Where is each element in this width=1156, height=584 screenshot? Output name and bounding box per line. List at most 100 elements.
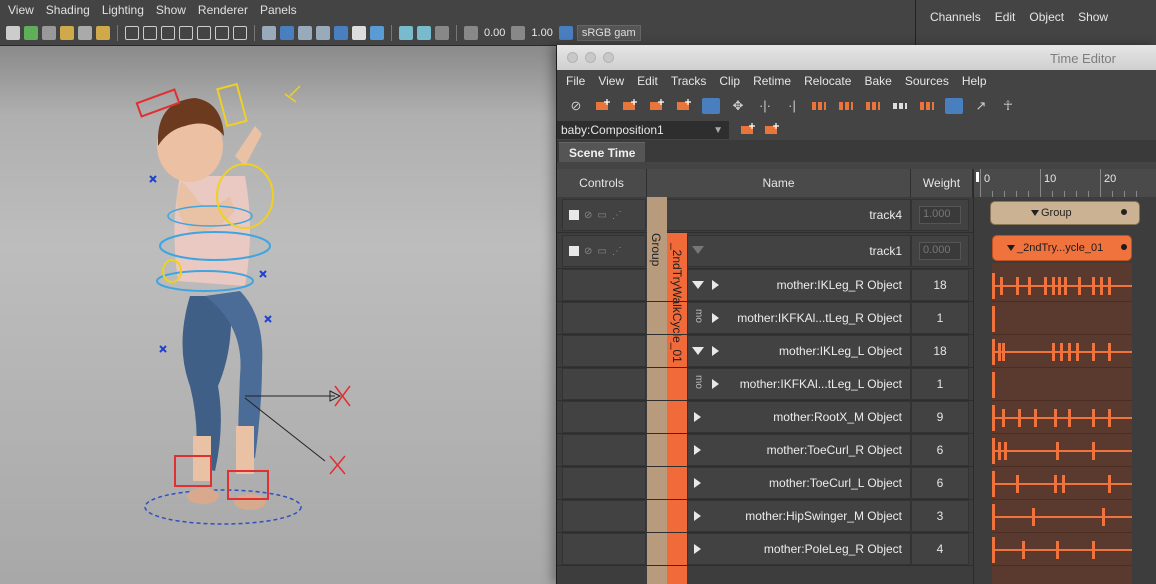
- keyframe[interactable]: [1018, 409, 1021, 427]
- keyframe[interactable]: [1062, 475, 1065, 493]
- keyframe[interactable]: [1054, 475, 1057, 493]
- smooth-shade-icon[interactable]: [280, 25, 294, 40]
- menu-lighting[interactable]: Lighting: [102, 3, 144, 17]
- keyframe[interactable]: [1056, 442, 1059, 460]
- collapse-icon[interactable]: [692, 347, 704, 355]
- menu-renderer[interactable]: Renderer: [198, 3, 248, 17]
- expand-icon[interactable]: [712, 346, 719, 356]
- menu-edit[interactable]: Edit: [995, 10, 1016, 24]
- mute-icon[interactable]: ⊘: [584, 210, 592, 221]
- keyframe[interactable]: [1044, 277, 1047, 295]
- add-clip-icon[interactable]: [594, 98, 612, 114]
- keyframe[interactable]: [1000, 277, 1003, 295]
- timeline-area[interactable]: Group _2ndTry...ycle_01: [973, 197, 1156, 584]
- menu-panels[interactable]: Panels: [260, 3, 297, 17]
- keyframe[interactable]: [1052, 277, 1055, 295]
- bookmark-icon[interactable]: [42, 25, 56, 40]
- wireframe-on-shaded-icon[interactable]: [298, 25, 312, 40]
- safe-title-icon[interactable]: [233, 25, 247, 40]
- snap-icon[interactable]: [945, 98, 963, 114]
- resolution-gate-icon[interactable]: [161, 25, 175, 40]
- duplicate-composition-icon[interactable]: [763, 122, 781, 138]
- keyframe[interactable]: [1032, 508, 1035, 526]
- expand-icon[interactable]: [712, 280, 719, 290]
- keyframe[interactable]: [1052, 343, 1055, 361]
- menu-relocate[interactable]: Relocate: [804, 74, 851, 88]
- track-name-cell[interactable]: track1: [687, 235, 911, 267]
- expand-icon[interactable]: [694, 445, 701, 455]
- keyframe[interactable]: [1054, 409, 1057, 427]
- keyframe[interactable]: [1092, 541, 1095, 559]
- ripple-delete-icon[interactable]: [837, 98, 855, 114]
- keyframe[interactable]: [1100, 277, 1103, 295]
- composition-select[interactable]: baby:Composition1 ▼: [557, 121, 729, 139]
- menu-retime[interactable]: Retime: [753, 74, 791, 88]
- solo-icon[interactable]: ⋰: [612, 210, 622, 221]
- keyframe[interactable]: [1064, 277, 1067, 295]
- keyframe[interactable]: [1108, 277, 1111, 295]
- keyframe[interactable]: [1092, 343, 1095, 361]
- lighting-icon[interactable]: [334, 25, 348, 40]
- time-editor-titlebar[interactable]: Time Editor: [557, 45, 1156, 70]
- track-name-cell[interactable]: track4: [647, 199, 911, 231]
- expand-icon[interactable]: [694, 478, 701, 488]
- keyframe[interactable]: [1102, 508, 1105, 526]
- textured-icon[interactable]: [316, 25, 330, 40]
- menu-channels[interactable]: Channels: [930, 10, 981, 24]
- keyframe[interactable]: [1078, 277, 1081, 295]
- add-track-icon[interactable]: [621, 98, 639, 114]
- ambient-occlusion-icon[interactable]: [370, 25, 384, 40]
- keyframe[interactable]: [1092, 409, 1095, 427]
- loop-icon[interactable]: [918, 98, 936, 114]
- keyframe[interactable]: [1108, 475, 1111, 493]
- menu-object[interactable]: Object: [1029, 10, 1064, 24]
- ripple-insert-icon[interactable]: [810, 98, 828, 114]
- keyframe[interactable]: [1056, 541, 1059, 559]
- color-space-select[interactable]: sRGB gam: [576, 24, 641, 41]
- keyframe[interactable]: [1002, 343, 1005, 361]
- field-chart-icon[interactable]: [197, 25, 211, 40]
- keyframe[interactable]: [1016, 475, 1019, 493]
- minimize-window-button[interactable]: [585, 52, 596, 63]
- 2d-pan-icon[interactable]: [78, 25, 92, 40]
- camera-attributes-icon[interactable]: [24, 25, 38, 40]
- wireframe-icon[interactable]: [262, 25, 276, 40]
- keyframe[interactable]: [998, 442, 1001, 460]
- ripple-trim-icon[interactable]: [864, 98, 882, 114]
- keyframe[interactable]: [1068, 343, 1071, 361]
- color-management-icon[interactable]: [558, 25, 573, 40]
- keyframe[interactable]: [1058, 277, 1061, 295]
- menu-tracks[interactable]: Tracks: [671, 74, 707, 88]
- keyframe[interactable]: [1068, 409, 1071, 427]
- expand-icon[interactable]: [694, 412, 701, 422]
- solo-icon[interactable]: ⋰: [612, 246, 622, 257]
- gamma-icon[interactable]: [511, 25, 526, 40]
- create-pose-icon[interactable]: [675, 98, 693, 114]
- lock-icon[interactable]: ▭: [597, 246, 606, 257]
- film-gate-icon[interactable]: [143, 25, 157, 40]
- gate-mask-icon[interactable]: [179, 25, 193, 40]
- menu-help[interactable]: Help: [962, 74, 987, 88]
- time-ruler[interactable]: 0 10 20: [973, 169, 1156, 197]
- exposure-icon[interactable]: [464, 25, 478, 40]
- image-plane-icon[interactable]: [60, 25, 74, 40]
- menu-show[interactable]: Show: [156, 3, 186, 17]
- split-icon[interactable]: ·|·: [756, 98, 774, 114]
- track-weight-field[interactable]: 0.000: [919, 242, 961, 260]
- shadows-icon[interactable]: [352, 25, 366, 40]
- keyframe[interactable]: [1034, 409, 1037, 427]
- object-name-cell[interactable]: mother:ToeCurl_L Object: [687, 467, 911, 499]
- object-name-cell[interactable]: mother:ToeCurl_R Object: [687, 434, 911, 466]
- menu-edit[interactable]: Edit: [637, 74, 658, 88]
- menu-view[interactable]: View: [598, 74, 624, 88]
- move-tool-icon[interactable]: ✥: [729, 98, 747, 114]
- menu-sources[interactable]: Sources: [905, 74, 949, 88]
- menu-clip[interactable]: Clip: [719, 74, 740, 88]
- grid-icon[interactable]: [125, 25, 139, 40]
- menu-show[interactable]: Show: [1078, 10, 1108, 24]
- object-name-cell[interactable]: mo mother:IKFKAl...tLeg_L Object: [687, 368, 911, 400]
- exposure-value[interactable]: 0.00: [482, 27, 507, 39]
- trim-icon[interactable]: ·|: [783, 98, 801, 114]
- track-enable-checkbox[interactable]: [569, 210, 579, 220]
- animation-clip[interactable]: _2ndTry...ycle_01: [992, 235, 1132, 261]
